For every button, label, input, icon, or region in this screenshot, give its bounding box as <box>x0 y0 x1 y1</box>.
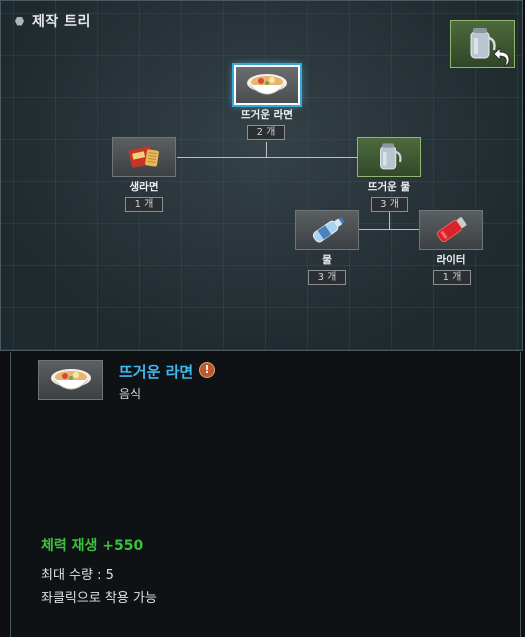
node-hot-ramen-label: 뜨거운 라면 <box>241 109 293 121</box>
node-raw-ramen-label: 생라면 <box>129 181 159 193</box>
lighter-icon <box>436 217 467 243</box>
undo-button[interactable] <box>450 20 515 68</box>
warning-icon[interactable]: ! <box>199 362 215 378</box>
detail-item-icon <box>38 360 103 400</box>
connector-line <box>389 212 390 230</box>
water-bottle-icon <box>312 217 345 243</box>
item-stat-health-regen: 체력 재생 +550 <box>41 538 144 554</box>
node-hot-ramen-count: 2 개 <box>247 125 285 140</box>
node-lighter-label: 라이터 <box>436 254 466 266</box>
node-raw-ramen-count: 1 개 <box>125 197 163 212</box>
undo-arrow-icon <box>493 47 510 67</box>
tree-header: 제작 트리 <box>15 11 91 31</box>
node-lighter-count: 1 개 <box>433 270 471 285</box>
item-detail-panel: 뜨거운 라면 ! 음식 체력 재생 +550 최대 수량 : 5 좌클릭으로 착… <box>10 352 521 637</box>
node-water-count: 3 개 <box>308 270 346 285</box>
node-lighter[interactable] <box>419 210 483 250</box>
connector-line <box>266 142 267 158</box>
node-hot-water-count: 3 개 <box>371 197 408 212</box>
node-hot-water[interactable] <box>357 137 421 177</box>
node-hot-ramen[interactable] <box>234 65 300 105</box>
item-category: 음식 <box>119 387 142 401</box>
node-raw-ramen[interactable] <box>112 137 176 177</box>
ramen-bowl-icon <box>247 74 287 95</box>
connector-line <box>177 157 359 158</box>
item-usage-hint: 좌클릭으로 착용 가능 <box>41 591 157 606</box>
node-water-label: 물 <box>322 254 332 266</box>
tree-title: 제작 트리 <box>32 14 91 30</box>
ramen-bowl-icon <box>50 369 91 390</box>
node-water[interactable] <box>295 210 359 250</box>
node-hot-water-label: 뜨거운 물 <box>367 181 411 193</box>
crafting-tree-panel: 제작 트리 뜨거운 라면 2 개 생라면 1 개 뜨거운 물 3 개 물 3 개… <box>0 0 523 351</box>
item-max-quantity: 최대 수량 : 5 <box>41 568 114 583</box>
ramen-pack-icon <box>128 146 159 168</box>
connector-line <box>359 229 420 230</box>
kettle-icon <box>380 143 402 170</box>
hexagon-icon <box>15 16 24 26</box>
item-name: 뜨거운 라면 <box>119 363 194 381</box>
